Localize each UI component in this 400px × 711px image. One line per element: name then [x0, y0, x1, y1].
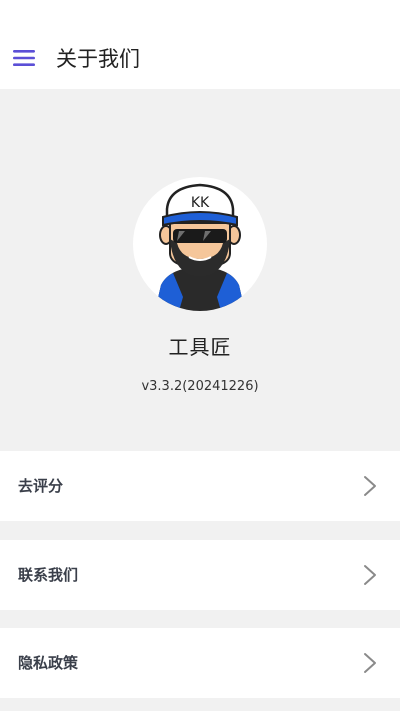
contact-us-label: 联系我们 [18, 566, 79, 584]
app-name: 工具匠 [168, 335, 232, 359]
contact-us-row[interactable]: 联系我们 [0, 540, 400, 610]
chevron-right-icon [364, 476, 376, 496]
about-header: KK 工具匠 v3.3.2(20241226) [0, 89, 400, 449]
hamburger-menu-icon [13, 50, 35, 66]
top-app-bar: 关于我们 [0, 0, 400, 89]
app-logo: KK [133, 177, 267, 311]
privacy-policy-label: 隐私政策 [18, 654, 79, 672]
chevron-right-icon [364, 653, 376, 673]
rate-app-row[interactable]: 去评分 [0, 451, 400, 521]
privacy-policy-row[interactable]: 隐私政策 [0, 628, 400, 698]
page-title: 关于我们 [56, 47, 140, 71]
rate-app-label: 去评分 [18, 477, 64, 495]
menu-button[interactable] [10, 44, 38, 72]
logo-text: KK [191, 195, 210, 211]
about-screen: 关于我们 KK 工具匠 v3.3.2(20241226) 去评分 联系我们 隐私… [0, 0, 400, 711]
chevron-right-icon [364, 565, 376, 585]
app-logo-image: KK [155, 183, 245, 311]
app-version: v3.3.2(20241226) [141, 379, 259, 394]
